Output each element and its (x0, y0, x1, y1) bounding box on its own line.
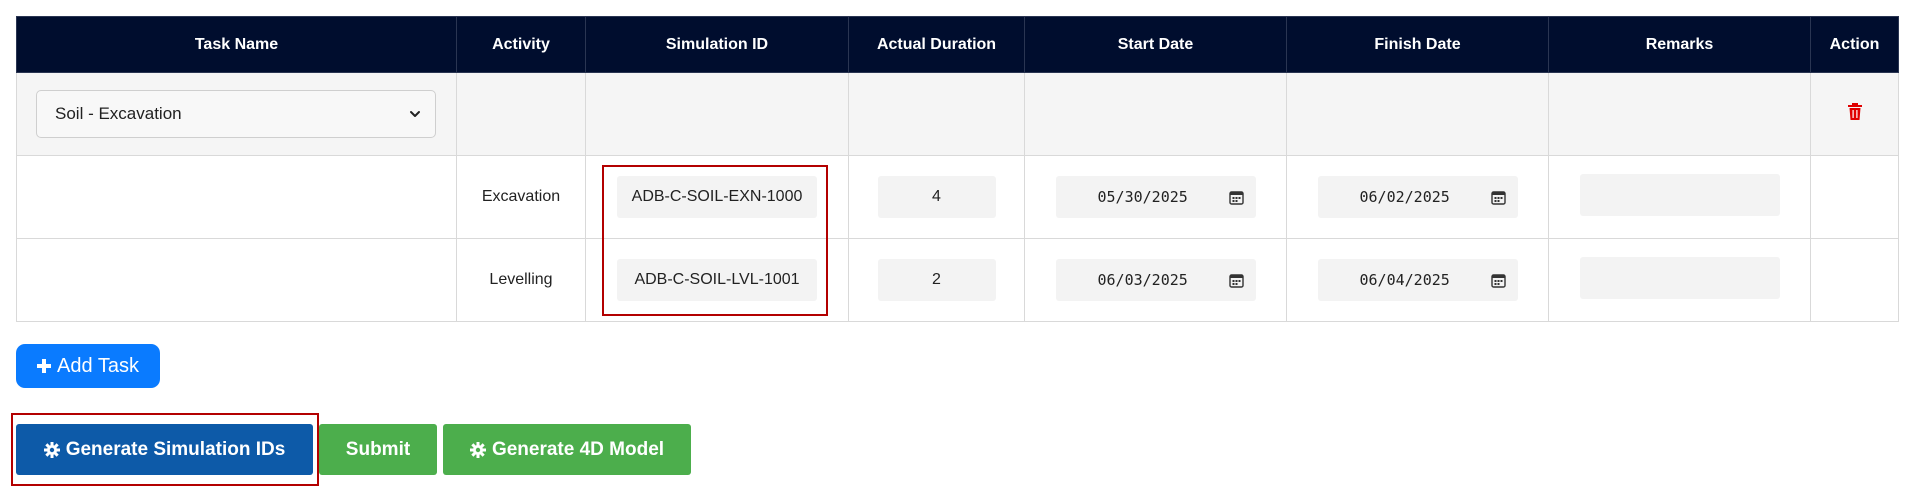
finish-date-input[interactable]: 06/04/2025 (1317, 259, 1518, 301)
start-date-cell: 06/03/2025 (1024, 238, 1287, 322)
duration-input[interactable]: 4 (877, 176, 996, 218)
header-finish-date: Finish Date (1286, 16, 1549, 73)
table-row: Levelling ADB-C-SOIL-LVL-1001 2 06/03/20… (16, 238, 1899, 322)
simulation-id-field[interactable]: ADB-C-SOIL-LVL-1001 (617, 259, 817, 301)
finish-date-value: 06/02/2025 (1359, 188, 1450, 206)
submit-button[interactable]: Submit (319, 424, 437, 475)
gear-icon (469, 441, 486, 458)
header-start-date: Start Date (1024, 16, 1287, 73)
empty-cell (456, 72, 586, 156)
task-name-cell: Soil - Excavation (16, 72, 457, 156)
empty-cell (1286, 72, 1549, 156)
task-name-select-value: Soil - Excavation (55, 104, 182, 123)
calendar-icon[interactable] (1228, 190, 1244, 205)
simulation-id-cell: ADB-C-SOIL-LVL-1001 (585, 238, 849, 322)
start-date-input[interactable]: 06/03/2025 (1055, 259, 1256, 301)
simulation-id-cell: ADB-C-SOIL-EXN-1000 (585, 155, 849, 239)
generate-simulation-ids-button[interactable]: Generate Simulation IDs (16, 424, 313, 475)
trash-icon[interactable] (1847, 102, 1863, 121)
finish-date-cell: 06/04/2025 (1286, 238, 1549, 322)
activity-cell: Excavation (456, 155, 586, 239)
header-remarks: Remarks (1548, 16, 1811, 73)
empty-cell (1810, 238, 1899, 322)
chevron-down-icon (410, 111, 420, 117)
start-date-input[interactable]: 05/30/2025 (1055, 176, 1256, 218)
header-action: Action (1810, 16, 1899, 73)
add-task-label: Add Task (57, 354, 139, 377)
action-cell (1810, 72, 1899, 156)
start-date-value: 06/03/2025 (1097, 271, 1188, 289)
table-row: Excavation ADB-C-SOIL-EXN-1000 4 05/30/2… (16, 155, 1899, 239)
empty-cell (16, 238, 457, 322)
generate-4d-model-label: Generate 4D Model (491, 438, 665, 460)
calendar-icon[interactable] (1490, 273, 1506, 288)
activity-cell: Levelling (456, 238, 586, 322)
start-date-cell: 05/30/2025 (1024, 155, 1287, 239)
table-header-row: Task Name Activity Simulation ID Actual … (16, 16, 1899, 73)
header-actual-duration: Actual Duration (848, 16, 1025, 73)
empty-cell (848, 72, 1025, 156)
empty-cell (1810, 155, 1899, 239)
finish-date-input[interactable]: 06/02/2025 (1317, 176, 1518, 218)
header-task-name: Task Name (16, 16, 457, 73)
remarks-input[interactable] (1579, 173, 1780, 216)
empty-cell (1548, 72, 1811, 156)
simulation-id-field[interactable]: ADB-C-SOIL-EXN-1000 (617, 176, 817, 218)
task-name-select[interactable]: Soil - Excavation (36, 90, 436, 138)
plus-icon (37, 359, 52, 373)
remarks-cell (1548, 155, 1811, 239)
empty-cell (585, 72, 849, 156)
add-task-button[interactable]: Add Task (16, 344, 160, 388)
gear-icon (43, 441, 60, 458)
remarks-cell (1548, 238, 1811, 322)
tasks-table: Task Name Activity Simulation ID Actual … (16, 16, 1899, 322)
remarks-input[interactable] (1579, 256, 1780, 299)
finish-date-cell: 06/02/2025 (1286, 155, 1549, 239)
calendar-icon[interactable] (1490, 190, 1506, 205)
header-activity: Activity (456, 16, 586, 73)
header-simulation-id: Simulation ID (585, 16, 849, 73)
generate-simulation-ids-label: Generate Simulation IDs (65, 438, 286, 460)
generate-4d-model-button[interactable]: Generate 4D Model (443, 424, 691, 475)
calendar-icon[interactable] (1228, 273, 1244, 288)
empty-cell (1024, 72, 1287, 156)
empty-cell (16, 155, 457, 239)
duration-cell: 4 (848, 155, 1025, 239)
duration-input[interactable]: 2 (877, 259, 996, 301)
task-group-row: Soil - Excavation (16, 72, 1899, 156)
finish-date-value: 06/04/2025 (1359, 271, 1450, 289)
duration-cell: 2 (848, 238, 1025, 322)
start-date-value: 05/30/2025 (1097, 188, 1188, 206)
